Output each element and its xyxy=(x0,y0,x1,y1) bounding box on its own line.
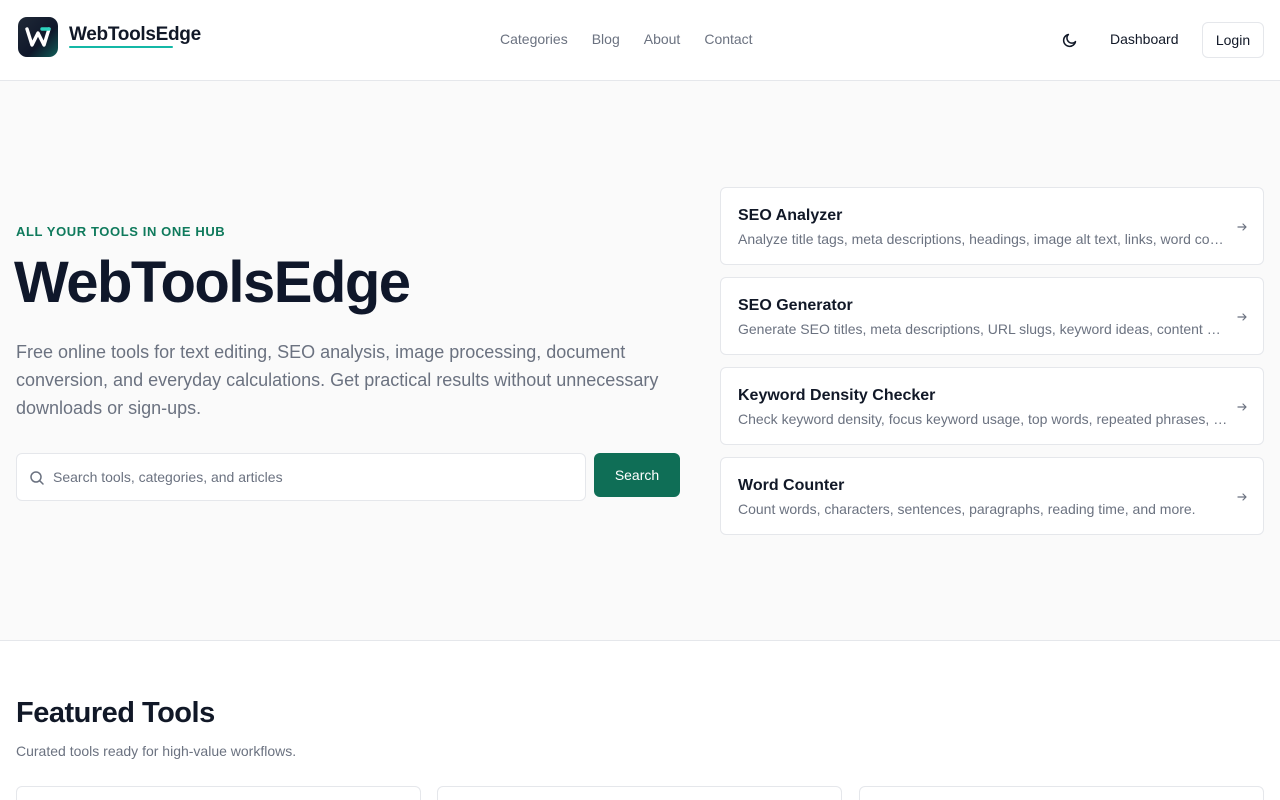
featured-title: Featured Tools xyxy=(16,697,215,729)
tool-card-word-counter[interactable]: Word Counter Count words, characters, se… xyxy=(720,457,1264,535)
search-button[interactable]: Search xyxy=(594,453,680,497)
main-nav: Categories Blog About Contact xyxy=(500,31,777,47)
tool-card-seo-generator[interactable]: SEO Generator Generate SEO titles, meta … xyxy=(720,277,1264,355)
tool-title: SEO Generator xyxy=(738,297,853,314)
tool-title: Keyword Density Checker xyxy=(738,387,936,404)
arrow-right-icon xyxy=(1236,400,1248,412)
arrow-right-icon xyxy=(1236,220,1248,232)
moon-icon[interactable] xyxy=(1060,30,1080,50)
brand-underline xyxy=(69,46,173,48)
tool-title: SEO Analyzer xyxy=(738,207,843,224)
nav-link-blog[interactable]: Blog xyxy=(592,31,620,47)
tool-title: Word Counter xyxy=(738,477,845,494)
featured-tool-card[interactable] xyxy=(437,786,842,800)
tool-card-seo-analyzer[interactable]: SEO Analyzer Analyze title tags, meta de… xyxy=(720,187,1264,265)
tool-description: Count words, characters, sentences, para… xyxy=(738,501,1196,517)
arrow-right-icon xyxy=(1236,310,1248,322)
nav-link-categories[interactable]: Categories xyxy=(500,31,568,47)
hero-title: WebToolsEdge xyxy=(14,250,411,315)
tool-description: Generate SEO titles, meta descriptions, … xyxy=(738,321,1228,337)
featured-tool-card[interactable] xyxy=(16,786,421,800)
tool-description: Analyze title tags, meta descriptions, h… xyxy=(738,231,1228,247)
login-button[interactable]: Login xyxy=(1202,22,1264,58)
search-input[interactable] xyxy=(53,454,573,500)
featured-subtitle: Curated tools ready for high-value workf… xyxy=(16,743,297,759)
site-header: WebToolsEdge Categories Blog About Conta… xyxy=(0,0,1280,81)
search-box xyxy=(16,453,586,501)
logo-icon[interactable] xyxy=(18,17,58,57)
featured-tool-card[interactable] xyxy=(859,786,1264,800)
search-icon xyxy=(29,470,45,486)
arrow-right-icon xyxy=(1236,490,1248,502)
dashboard-link[interactable]: Dashboard xyxy=(1110,31,1179,47)
hero-section: ALL YOUR TOOLS IN ONE HUB WebToolsEdge F… xyxy=(0,81,1280,641)
tool-card-keyword-density-checker[interactable]: Keyword Density Checker Check keyword de… xyxy=(720,367,1264,445)
brand-name[interactable]: WebToolsEdge xyxy=(69,24,201,46)
tool-description: Check keyword density, focus keyword usa… xyxy=(738,411,1228,427)
hero-description: Free online tools for text editing, SEO … xyxy=(16,342,659,418)
nav-link-about[interactable]: About xyxy=(644,31,681,47)
nav-link-contact[interactable]: Contact xyxy=(704,31,752,47)
hero-eyebrow: ALL YOUR TOOLS IN ONE HUB xyxy=(16,224,226,239)
